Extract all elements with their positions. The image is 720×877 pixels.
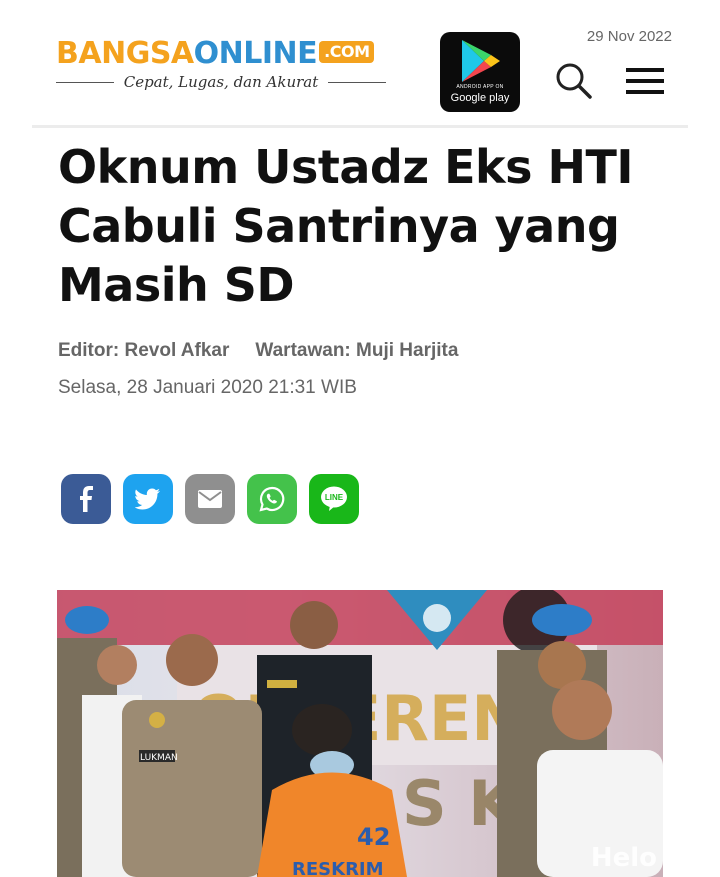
logo-part-bangsa: BANGSA — [56, 36, 194, 71]
logo-part-online: ONLINE — [193, 36, 318, 71]
logo-tagline: Cepat, Lugas, dan Akurat — [56, 73, 386, 91]
email-icon — [198, 490, 222, 508]
line-icon: LINE — [321, 486, 347, 511]
share-whatsapp-button[interactable] — [247, 474, 297, 524]
share-email-button[interactable] — [185, 474, 235, 524]
jersey-text: RESKRIM — [292, 859, 384, 877]
header-divider — [32, 125, 688, 128]
whatsapp-icon — [259, 486, 285, 512]
watermark-text: Helo — [590, 843, 657, 873]
article-title: Oknum Ustadz Eks HTI Cabuli Santrinya ya… — [58, 140, 634, 312]
line-label: LINE — [325, 493, 344, 502]
google-play-icon — [462, 40, 500, 82]
search-button[interactable] — [555, 62, 593, 105]
publish-date: Selasa, 28 Januari 2020 21:31 WIB — [58, 377, 357, 398]
jersey-number: 42 — [357, 823, 390, 851]
search-icon — [556, 63, 592, 99]
share-facebook-button[interactable] — [61, 474, 111, 524]
facebook-icon — [80, 486, 93, 512]
share-line-button[interactable]: LINE — [309, 474, 359, 524]
reporter-name: Wartawan: Muji Harjita — [255, 340, 459, 361]
share-bar: LINE — [61, 474, 359, 524]
article-byline: Editor: Revol Afkar Wartawan: Muji Harjit… — [58, 340, 458, 362]
article-photo[interactable]: ONFERENSI S K LUKMAN 42 RESKRIM Helo — [57, 590, 663, 877]
logo-wordmark: BANGSAONLINE .COM — [56, 36, 375, 71]
svg-text:LUKMAN: LUKMAN — [140, 753, 178, 763]
press-conference-image: ONFERENSI S K LUKMAN 42 RESKRIM — [57, 590, 663, 877]
site-header: BANGSAONLINE .COM Cepat, Lugas, dan Akura… — [0, 0, 720, 128]
editor-name: Editor: Revol Afkar — [58, 340, 230, 361]
share-twitter-button[interactable] — [123, 474, 173, 524]
site-logo[interactable]: BANGSAONLINE .COM Cepat, Lugas, dan Akura… — [56, 38, 390, 98]
current-date: 29 Nov 2022 — [586, 28, 672, 45]
google-play-badge[interactable]: ANDROID APP ON Google play — [440, 32, 520, 112]
twitter-icon — [135, 488, 160, 510]
logo-part-com: .COM — [319, 41, 375, 63]
badge-small-text: ANDROID APP ON — [456, 84, 504, 90]
badge-text: Google play — [450, 92, 510, 104]
tagline-text: Cepat, Lugas, dan Akurat — [123, 73, 319, 91]
hamburger-menu-button[interactable] — [626, 68, 664, 101]
